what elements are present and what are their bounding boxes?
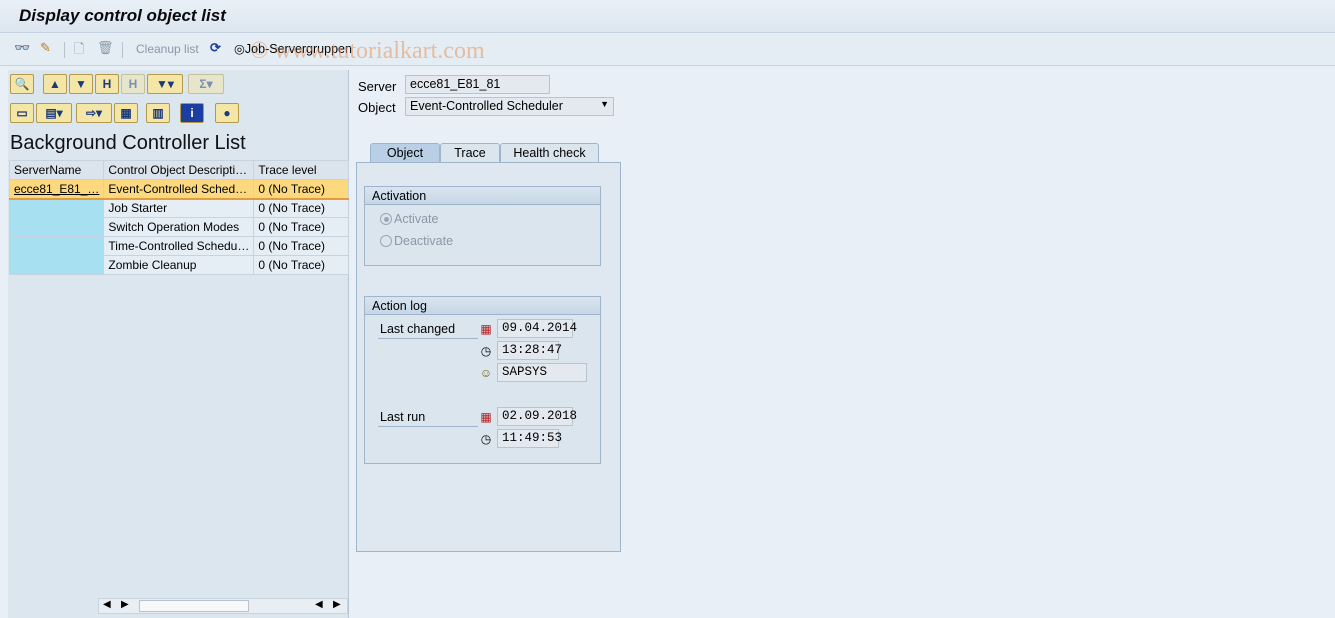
- separator: [64, 42, 65, 58]
- desc-cell[interactable]: Event-Controlled Sched…: [103, 179, 255, 200]
- action-log-group: Action log Last changed ▦ 09.04.2014 ◷ 1…: [364, 296, 601, 464]
- desc-cell[interactable]: Time-Controlled Schedu…: [103, 236, 255, 256]
- trash-icon[interactable]: 🗑: [97, 40, 114, 56]
- details-icon[interactable]: 🔍: [10, 74, 34, 94]
- user-icon: ☺: [479, 366, 493, 380]
- table-row[interactable]: Job Starter 0 (No Trace): [8, 198, 349, 218]
- export-icon[interactable]: ⇨▾: [76, 103, 112, 123]
- last-changed-time-field: 13:28:47: [497, 341, 562, 360]
- scroll-left-icon[interactable]: ◀: [315, 599, 323, 610]
- tab-health-check[interactable]: Health check: [500, 143, 599, 163]
- server-cell: [8, 217, 105, 237]
- sort-ascending-icon[interactable]: ▲: [43, 74, 67, 94]
- pencil-icon[interactable]: ✎: [40, 40, 51, 56]
- page-title: Display control object list: [19, 6, 226, 25]
- scroll-thumb[interactable]: [139, 600, 249, 612]
- server-cell: [8, 198, 105, 218]
- print-icon[interactable]: ▭: [10, 103, 34, 123]
- trace-cell[interactable]: 0 (No Trace): [253, 236, 349, 256]
- radio-selected-icon: [380, 213, 392, 225]
- activate-radio[interactable]: Activate: [380, 212, 438, 226]
- list-title: Background Controller List: [10, 132, 246, 154]
- job-servergruppen-button[interactable]: ◎Job-Servergruppen: [234, 41, 352, 56]
- separator: [122, 42, 123, 58]
- title-bar: Display control object list: [0, 0, 1335, 33]
- last-run-label: Last run: [380, 410, 426, 424]
- activate-label: Activate: [394, 212, 439, 226]
- trace-cell[interactable]: 0 (No Trace): [253, 198, 349, 218]
- horizontal-scrollbar[interactable]: ◀ ▶ ◀ ▶: [98, 598, 348, 614]
- refresh-icon[interactable]: ⟳: [210, 40, 221, 56]
- new-document-icon[interactable]: 🗋: [74, 40, 84, 62]
- sort-descending-icon[interactable]: ▼: [69, 74, 93, 94]
- radio-icon: [380, 235, 392, 247]
- underline: [378, 338, 478, 339]
- server-cell: [8, 255, 105, 275]
- object-value: Event-Controlled Scheduler: [410, 99, 563, 113]
- graphic-icon[interactable]: ▥: [146, 103, 170, 123]
- trace-cell[interactable]: 0 (No Trace): [253, 217, 349, 237]
- tab-trace[interactable]: Trace: [440, 143, 500, 163]
- deactivate-radio[interactable]: Deactivate: [380, 234, 453, 248]
- color-legend-icon[interactable]: ●: [215, 103, 239, 123]
- action-log-title: Action log: [365, 297, 600, 315]
- server-cell[interactable]: ecce81_E81_…: [8, 179, 105, 200]
- cleanup-list-button[interactable]: Cleanup list: [136, 42, 199, 56]
- user-field: SAPSYS: [497, 363, 587, 382]
- info-icon[interactable]: i: [180, 103, 204, 123]
- last-changed-date-field: 09.04.2014: [497, 319, 577, 338]
- table-row[interactable]: ecce81_E81_… Event-Controlled Sched… 0 (No…: [8, 179, 349, 200]
- target-icon: ◎: [234, 42, 245, 56]
- calendar-icon: ▦: [480, 322, 492, 336]
- server-cell: [8, 236, 105, 256]
- activation-group: Activation Activate Deactivate: [364, 186, 601, 266]
- activation-title: Activation: [365, 187, 600, 205]
- calendar-icon: ▦: [480, 410, 492, 424]
- trace-cell[interactable]: 0 (No Trace): [253, 255, 349, 275]
- desc-cell[interactable]: Zombie Cleanup: [103, 255, 255, 275]
- last-run-date-field: 02.09.2018: [497, 407, 577, 426]
- table-row[interactable]: Zombie Cleanup 0 (No Trace): [8, 255, 349, 275]
- desc-cell[interactable]: Switch Operation Modes: [103, 217, 255, 237]
- server-field: ecce81_E81_81: [405, 75, 550, 94]
- table-row[interactable]: Time-Controlled Schedu… 0 (No Trace): [8, 236, 349, 256]
- clock-icon: ◷: [480, 432, 492, 446]
- controller-table: ServerName Control Object Descripti… Tra…: [8, 160, 349, 275]
- display-glasses-icon[interactable]: 👓: [14, 40, 30, 56]
- object-dropdown[interactable]: Event-Controlled Scheduler ▼: [405, 97, 614, 116]
- server-label: Server: [358, 79, 397, 94]
- filter-icon[interactable]: ▼▾: [147, 74, 183, 94]
- column-header-servername[interactable]: ServerName: [8, 160, 105, 180]
- desc-cell[interactable]: Job Starter: [103, 198, 255, 218]
- chevron-down-icon[interactable]: ▼: [600, 99, 609, 109]
- scroll-right-icon[interactable]: ▶: [333, 599, 341, 610]
- views-icon[interactable]: ▤▾: [36, 103, 72, 123]
- last-run-time-field: 11:49:53: [497, 429, 562, 448]
- column-header-trace-level[interactable]: Trace level: [253, 160, 349, 180]
- column-header-description[interactable]: Control Object Descripti…: [103, 160, 255, 180]
- controller-list-panel: 🔍 ▲ ▼ H H ▼▾ Σ▾ ▭ ▤▾ ⇨▾ ▦ ▥ i ● Backgrou…: [8, 70, 349, 618]
- tab-object[interactable]: Object: [370, 143, 440, 163]
- deactivate-label: Deactivate: [394, 234, 454, 248]
- clock-icon: ◷: [480, 344, 492, 358]
- tab-content: Activation Activate Deactivate Action lo…: [356, 162, 621, 552]
- scroll-left-icon[interactable]: ◀: [103, 599, 111, 610]
- object-label: Object: [358, 100, 396, 115]
- sum-icon[interactable]: Σ▾: [188, 74, 224, 94]
- application-toolbar: 👓 ✎ 🗋 🗑 Cleanup list ⟳ ◎Job-Servergruppe…: [0, 34, 1335, 66]
- table-header: ServerName Control Object Descripti… Tra…: [8, 160, 349, 180]
- layout-icon[interactable]: ▦: [114, 103, 138, 123]
- last-changed-label: Last changed: [380, 322, 456, 336]
- table-row[interactable]: Switch Operation Modes 0 (No Trace): [8, 217, 349, 237]
- find-icon[interactable]: H: [95, 74, 119, 94]
- trace-cell[interactable]: 0 (No Trace): [253, 179, 349, 200]
- underline: [378, 426, 478, 427]
- scroll-right-icon[interactable]: ▶: [121, 599, 129, 610]
- find-next-icon[interactable]: H: [121, 74, 145, 94]
- job-servergruppen-label: Job-Servergruppen: [244, 42, 352, 56]
